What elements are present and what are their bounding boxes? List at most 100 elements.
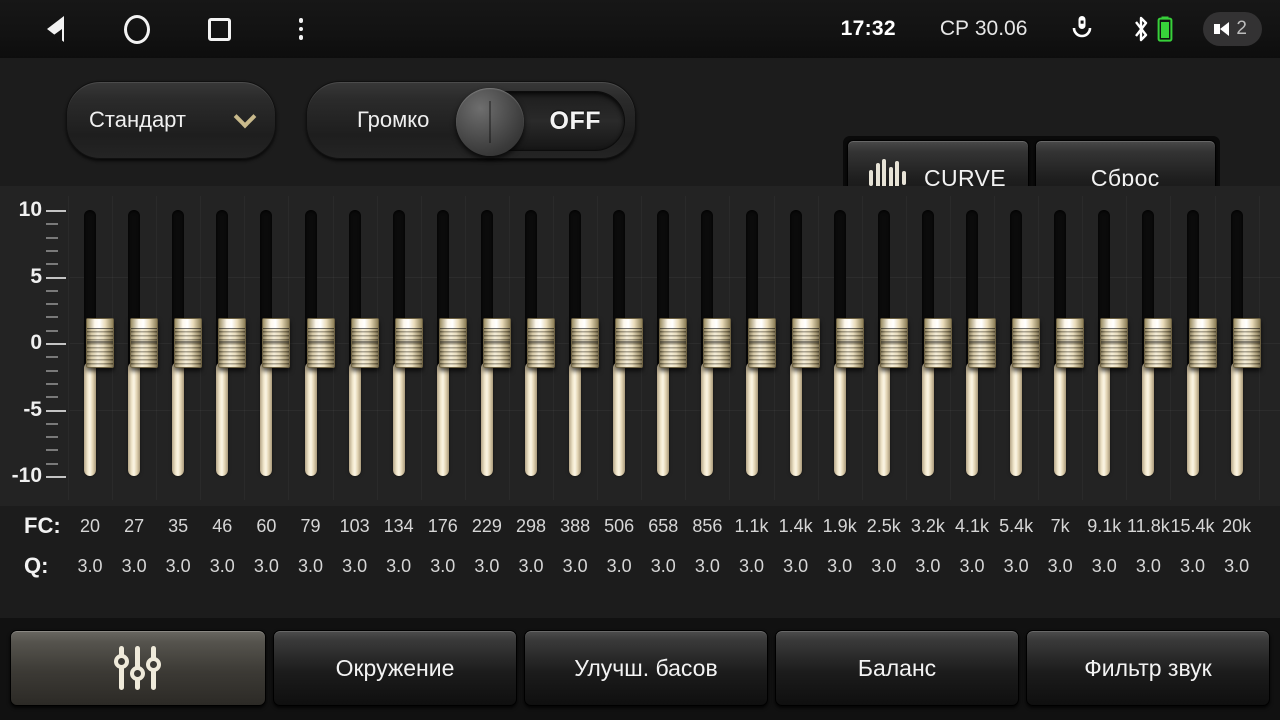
slider-handle[interactable]	[527, 318, 555, 368]
slider-handle[interactable]	[703, 318, 732, 368]
overflow-menu-icon[interactable]	[284, 12, 318, 46]
slider-handle[interactable]	[659, 318, 688, 368]
preset-dropdown[interactable]: Стандарт	[66, 81, 276, 159]
eq-slider[interactable]	[340, 210, 379, 476]
slider-handle[interactable]	[86, 318, 114, 368]
recents-icon[interactable]	[202, 12, 236, 46]
slider-handle[interactable]	[615, 318, 644, 368]
axis-label--10: -10	[11, 464, 42, 487]
slider-handle[interactable]	[394, 318, 423, 368]
slider-handle[interactable]	[1012, 318, 1041, 368]
eq-slider[interactable]	[560, 210, 600, 476]
slider-handle[interactable]	[350, 318, 379, 368]
slider-handle[interactable]	[968, 318, 996, 368]
eq-slider[interactable]	[1133, 210, 1173, 476]
axis-label-10: 10	[18, 198, 42, 221]
eq-slider[interactable]	[384, 210, 423, 476]
slider-fill	[1142, 362, 1155, 476]
slider-fill	[1230, 362, 1243, 476]
eq-slider[interactable]	[75, 210, 114, 476]
speaker-icon	[1214, 22, 1230, 36]
navigation-bar	[38, 12, 318, 46]
back-icon[interactable]	[38, 12, 72, 46]
eq-slider[interactable]	[207, 210, 247, 476]
eq-slider[interactable]	[1001, 210, 1041, 476]
slider-fill	[216, 362, 229, 476]
slider-handle[interactable]	[747, 318, 776, 368]
slider-fill	[1186, 362, 1199, 476]
slider-handle[interactable]	[1144, 318, 1173, 368]
tab-bass-boost[interactable]: Улучш. басов	[524, 630, 768, 706]
status-date: СР 30.06	[939, 17, 1028, 40]
slider-handle[interactable]	[879, 318, 908, 368]
slider-handle[interactable]	[835, 318, 864, 368]
slider-handle[interactable]	[791, 318, 820, 368]
tab-balance[interactable]: Баланс	[775, 630, 1019, 706]
slider-handle[interactable]	[218, 318, 247, 368]
slider-fill	[128, 362, 141, 476]
slider-fill	[833, 362, 846, 476]
eq-slider[interactable]	[251, 210, 291, 476]
axis-label-5: 5	[30, 264, 42, 288]
fc-row-label: FC:	[24, 513, 61, 538]
frequency-value[interactable]: 20k	[1211, 509, 1263, 543]
eq-slider[interactable]	[648, 210, 688, 476]
eq-slider[interactable]	[781, 210, 820, 476]
status-clock: 17:32	[840, 17, 896, 40]
volume-level: 2	[1236, 18, 1247, 39]
volume-indicator[interactable]: 2	[1203, 12, 1262, 46]
chevron-down-icon	[233, 105, 257, 129]
slider-handle[interactable]	[1056, 318, 1085, 368]
loudness-control[interactable]: Громко OFF	[306, 81, 636, 159]
eq-slider[interactable]	[428, 210, 467, 476]
slider-fill	[877, 362, 890, 476]
microphone-icon[interactable]	[1069, 14, 1095, 44]
eq-slider[interactable]	[1089, 210, 1129, 476]
q-value[interactable]: 3.0	[1211, 549, 1263, 583]
axis-tick	[46, 356, 58, 359]
slider-fill	[569, 362, 582, 476]
eq-slider[interactable]	[119, 210, 159, 476]
tab-sound-filter[interactable]: Фильтр звук	[1026, 630, 1270, 706]
slider-handle[interactable]	[306, 318, 335, 368]
toolbar: Стандарт Громко OFF CURVE Сброс	[0, 58, 1280, 220]
slider-fill	[480, 362, 493, 476]
slider-handle[interactable]	[438, 318, 467, 368]
slider-handle[interactable]	[1232, 318, 1261, 368]
slider-handle[interactable]	[923, 318, 952, 368]
axis-tick	[46, 449, 58, 452]
toggle-knob[interactable]	[456, 88, 524, 156]
eq-slider[interactable]	[296, 210, 335, 476]
axis-tick	[46, 249, 58, 252]
loudness-toggle[interactable]: OFF	[456, 88, 625, 156]
eq-slider[interactable]	[516, 210, 555, 476]
eq-slider[interactable]	[1222, 210, 1261, 476]
eq-slider[interactable]	[869, 210, 908, 476]
slider-handle[interactable]	[571, 318, 600, 368]
tab-surround[interactable]: Окружение	[273, 630, 517, 706]
eq-slider[interactable]	[163, 210, 203, 476]
eq-slider[interactable]	[472, 210, 511, 476]
axis-tick	[46, 303, 58, 306]
tab-equalizer[interactable]	[10, 630, 266, 706]
slider-handle[interactable]	[1188, 318, 1217, 368]
slider-handle[interactable]	[262, 318, 291, 368]
slider-handle[interactable]	[1100, 318, 1129, 368]
toggle-state-label: OFF	[549, 106, 601, 135]
eq-slider[interactable]	[957, 210, 996, 476]
home-icon[interactable]	[120, 12, 154, 46]
eq-slider[interactable]	[913, 210, 952, 476]
eq-slider[interactable]	[692, 210, 732, 476]
battery-icon	[1155, 14, 1175, 44]
eq-slider[interactable]	[604, 210, 644, 476]
preset-label: Стандарт	[89, 107, 187, 132]
eq-slider[interactable]	[1178, 210, 1217, 476]
slider-handle[interactable]	[174, 318, 203, 368]
tab-sound-filter-label: Фильтр звук	[1084, 654, 1212, 681]
eq-slider[interactable]	[737, 210, 776, 476]
slider-handle[interactable]	[130, 318, 159, 368]
eq-slider[interactable]	[1045, 210, 1085, 476]
slider-handle[interactable]	[482, 318, 511, 368]
eq-slider[interactable]	[825, 210, 864, 476]
equalizer-panel	[0, 186, 1280, 506]
